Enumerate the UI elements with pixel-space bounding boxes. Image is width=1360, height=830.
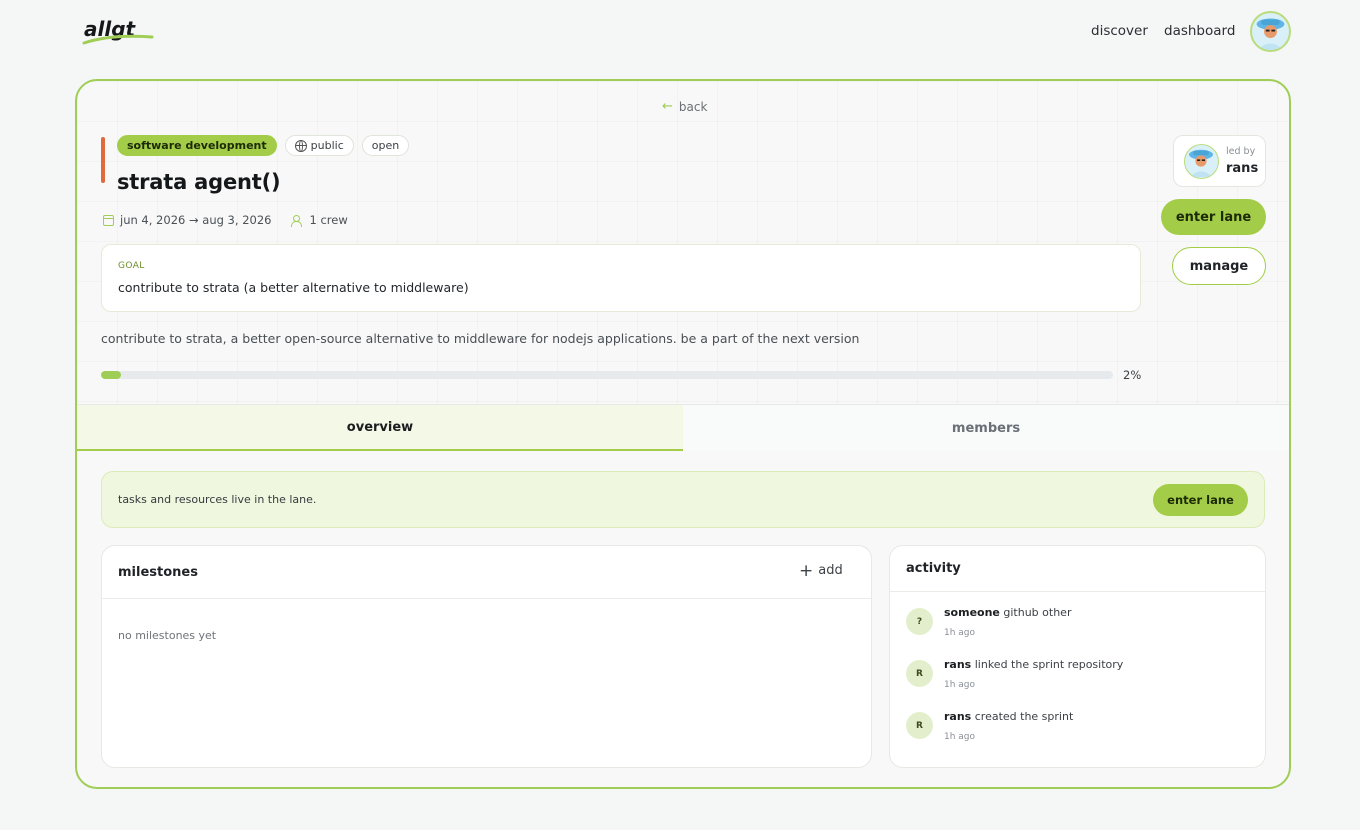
logo[interactable]: allgt <box>82 14 158 48</box>
user-avatar[interactable] <box>1250 11 1291 52</box>
progress-fill <box>101 371 122 379</box>
activity-action: github other <box>1003 606 1072 619</box>
tag-status: open <box>361 135 410 156</box>
calendar-icon <box>103 214 114 226</box>
plus-icon: + <box>799 560 814 581</box>
lane-dates: jun 4, 2026 → aug 3, 2026 <box>120 213 272 227</box>
arrow-left-icon: ← <box>662 99 673 114</box>
activity-item: R rans created the sprint 1h ago <box>906 710 1246 754</box>
add-milestone-button[interactable]: + add <box>799 560 843 581</box>
lane-banner: tasks and resources live in the lane. en… <box>101 471 1265 528</box>
lane-title: strata agent() <box>117 170 281 194</box>
nav-discover[interactable]: discover <box>1091 23 1148 39</box>
back-link[interactable]: ← back <box>662 99 707 114</box>
activity-time: 1h ago <box>944 680 976 690</box>
lane-description: contribute to strata, a better open-sour… <box>101 331 860 346</box>
lane-card: ← back software development public open … <box>75 79 1291 789</box>
tag-row: software development public open <box>117 135 410 156</box>
avatar-illustration-icon <box>1256 18 1285 50</box>
activity-actor: rans <box>944 658 972 671</box>
activity-action: created the sprint <box>974 710 1074 723</box>
tag-visibility-label: public <box>310 139 344 152</box>
activity-line: rans linked the sprint repository <box>944 658 1123 671</box>
progress-bar <box>101 371 1113 379</box>
activity-avatar: R <box>906 712 933 739</box>
tab-members[interactable]: members <box>683 405 1289 451</box>
goal-label: GOAL <box>118 261 145 271</box>
tab-overview[interactable]: overview <box>77 405 683 451</box>
add-milestone-label: add <box>818 563 843 578</box>
back-label: back <box>678 99 708 114</box>
globe-icon <box>294 139 307 152</box>
progress-percent: 2% <box>1123 368 1142 382</box>
tag-visibility: public <box>284 135 354 156</box>
avatar-illustration-icon <box>1189 149 1213 177</box>
enter-lane-button[interactable]: enter lane <box>1161 199 1266 235</box>
tab-bar: overview members <box>77 404 1289 451</box>
activity-actor: someone <box>944 606 1000 619</box>
lane-crew: 1 crew <box>309 213 348 227</box>
activity-header: activity <box>890 546 1265 592</box>
milestones-empty: no milestones yet <box>118 629 217 642</box>
tab-members-label: members <box>951 420 1021 436</box>
activity-item: R rans linked the sprint repository 1h a… <box>906 658 1246 702</box>
banner-enter-lane-button[interactable]: enter lane <box>1153 484 1248 516</box>
milestones-panel: milestones + add no milestones yet <box>101 545 872 768</box>
nav-dashboard[interactable]: dashboard <box>1164 23 1235 39</box>
leader-avatar <box>1184 144 1219 179</box>
activity-actor: rans <box>944 710 972 723</box>
manage-button[interactable]: manage <box>1172 247 1266 285</box>
lane-meta: jun 4, 2026 → aug 3, 2026 1 crew <box>103 213 348 227</box>
accent-bar <box>101 137 105 183</box>
activity-title: activity <box>906 561 961 576</box>
activity-line: someone github other <box>944 606 1071 619</box>
activity-action: linked the sprint repository <box>974 658 1124 671</box>
milestones-title: milestones <box>118 565 198 580</box>
activity-time: 1h ago <box>944 628 976 638</box>
activity-time: 1h ago <box>944 732 976 742</box>
tag-category: software development <box>117 135 277 156</box>
goal-text: contribute to strata (a better alternati… <box>118 280 469 295</box>
tab-overview-label: overview <box>346 419 414 435</box>
goal-box: GOAL contribute to strata (a better alte… <box>101 244 1141 312</box>
banner-text: tasks and resources live in the lane. <box>118 493 317 506</box>
leader-card[interactable]: led by rans <box>1173 135 1266 187</box>
milestones-header: milestones + add <box>102 546 871 599</box>
people-icon <box>291 214 303 227</box>
activity-item: ? someone github other 1h ago <box>906 606 1246 650</box>
activity-avatar: ? <box>906 608 933 635</box>
led-by-label: led by <box>1226 146 1256 157</box>
grid-background <box>77 81 1289 404</box>
top-nav: allgt discover dashboard <box>0 0 1360 64</box>
activity-avatar: R <box>906 660 933 687</box>
activity-panel: activity ? someone github other 1h ago R… <box>889 545 1266 768</box>
activity-line: rans created the sprint <box>944 710 1073 723</box>
leader-name: rans <box>1226 161 1259 176</box>
